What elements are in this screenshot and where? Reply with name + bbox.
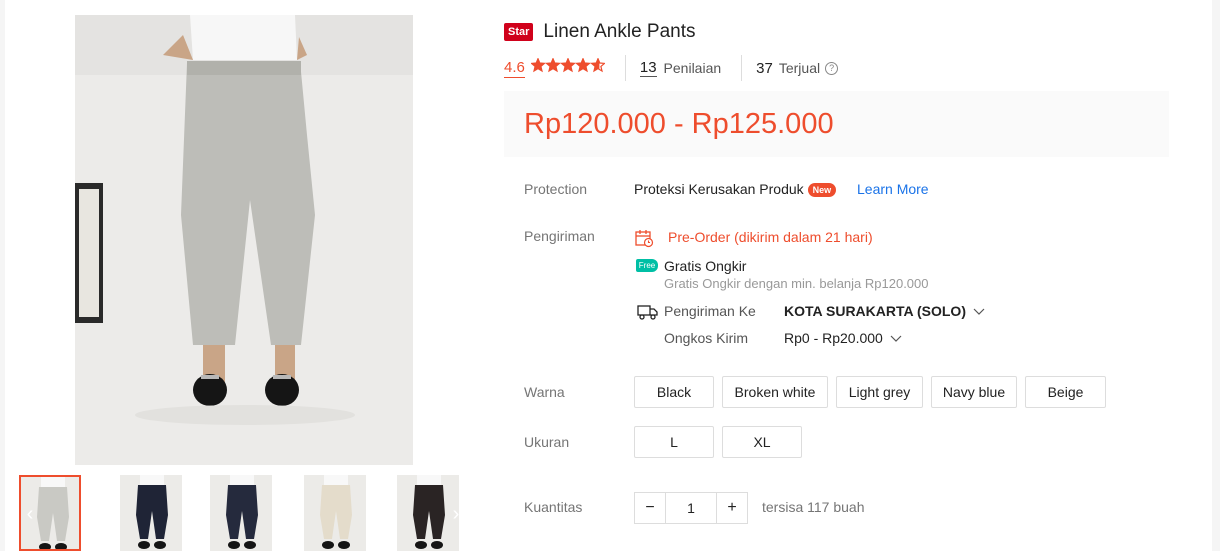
ship-to-value: KOTA SURAKARTA (SOLO) xyxy=(784,303,966,319)
rating-stars-icon xyxy=(529,57,606,78)
review-label: Penilaian xyxy=(663,60,722,76)
quantity-increase-button[interactable]: + xyxy=(716,492,748,524)
star-badge: Star xyxy=(504,23,534,41)
free-shipping-title: Gratis Ongkir xyxy=(664,258,747,274)
sold-label: Terjual xyxy=(778,60,821,76)
size-option-xl[interactable]: XL xyxy=(722,426,802,458)
divider xyxy=(624,55,626,81)
thumbnail-2[interactable] xyxy=(120,475,182,551)
divider xyxy=(741,55,743,81)
sold-count: 37 xyxy=(756,59,773,77)
ship-to-label: Pengiriman Ke xyxy=(664,303,756,319)
quantity-label: Kuantitas xyxy=(524,499,583,515)
calendar-icon xyxy=(635,230,654,248)
size-option-l[interactable]: L xyxy=(634,426,714,458)
free-shipping-desc: Gratis Ongkir dengan min. belanja Rp120.… xyxy=(664,276,929,291)
thumbnail-prev-icon[interactable]: ‹ xyxy=(23,503,37,525)
thumbnail-3[interactable] xyxy=(210,475,272,551)
color-option-navy-blue[interactable]: Navy blue xyxy=(931,376,1017,408)
rating-row: 4.6 13 Penilaian 37 Terjual ? xyxy=(504,55,839,81)
learn-more-link[interactable]: Learn More xyxy=(857,181,929,197)
product-main-image[interactable] xyxy=(75,15,413,465)
quantity-decrease-button[interactable]: − xyxy=(634,492,666,524)
quantity-stepper: − 1 + xyxy=(634,492,748,524)
size-label: Ukuran xyxy=(524,434,570,450)
color-label: Warna xyxy=(524,384,565,400)
protection-row: Proteksi Kerusakan Produk New xyxy=(634,181,837,198)
shipping-cost-value: Rp0 - Rp20.000 xyxy=(784,330,883,346)
title-row: Star Linen Ankle Pants xyxy=(504,21,696,43)
quantity-input[interactable]: 1 xyxy=(666,492,716,524)
truck-icon xyxy=(637,305,658,320)
stars-svg xyxy=(529,57,606,73)
shipping-cost-label: Ongkos Kirim xyxy=(664,330,749,346)
shipping-label: Pengiriman xyxy=(524,228,595,244)
price-range: Rp120.000 - Rp125.000 xyxy=(524,108,834,140)
color-option-black[interactable]: Black xyxy=(634,376,714,408)
preorder-text: Pre-Order (dikirim dalam 21 hari) xyxy=(668,229,873,245)
free-shipping-icon: Free xyxy=(636,259,658,272)
color-option-broken-white[interactable]: Broken white xyxy=(722,376,828,408)
ship-to-selector[interactable]: KOTA SURAKARTA (SOLO) xyxy=(784,303,985,319)
thumbnail-strip: ‹ › xyxy=(19,475,461,551)
price-section: Rp120.000 - Rp125.000 xyxy=(504,91,1169,157)
color-option-beige[interactable]: Beige xyxy=(1025,376,1106,408)
new-badge: New xyxy=(807,183,837,198)
product-title: Linen Ankle Pants xyxy=(543,21,696,42)
review-count[interactable]: 13 xyxy=(639,59,657,77)
chevron-down-icon xyxy=(890,335,902,342)
rating-score[interactable]: 4.6 xyxy=(504,59,525,78)
shipping-cost-selector[interactable]: Rp0 - Rp20.000 xyxy=(784,330,902,346)
help-icon[interactable]: ? xyxy=(825,61,839,75)
thumbnail-4[interactable] xyxy=(304,475,366,551)
thumbnail-next-icon[interactable]: › xyxy=(449,503,461,525)
color-option-light-grey[interactable]: Light grey xyxy=(836,376,923,408)
protection-label: Protection xyxy=(524,181,588,197)
chevron-down-icon xyxy=(973,308,985,315)
protection-text: Proteksi Kerusakan Produk xyxy=(634,181,804,197)
stock-text: tersisa 117 buah xyxy=(762,499,865,515)
